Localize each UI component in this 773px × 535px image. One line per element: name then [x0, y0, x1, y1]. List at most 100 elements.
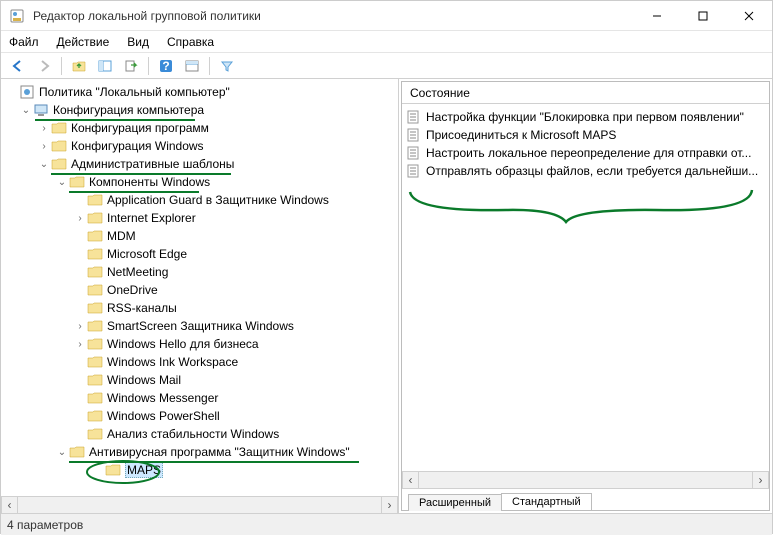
show-tree-button[interactable] — [94, 55, 116, 77]
tree-label: Анализ стабильности Windows — [107, 427, 279, 441]
expander-icon[interactable]: › — [73, 321, 87, 332]
folder-icon — [87, 210, 103, 226]
policy-item-icon — [406, 127, 422, 143]
computer-icon — [33, 102, 49, 118]
tree-label: MDM — [107, 229, 136, 243]
tree-item[interactable]: RSS-каналы — [5, 299, 398, 317]
tree-program-config[interactable]: › Конфигурация программ — [5, 119, 398, 137]
tree-item[interactable]: Application Guard в Защитнике Windows — [5, 191, 398, 209]
tree-computer-config[interactable]: ⌄ Конфигурация компьютера — [5, 101, 398, 119]
svg-text:?: ? — [162, 59, 169, 73]
expander-icon[interactable]: ⌄ — [55, 177, 69, 188]
folder-icon — [51, 156, 67, 172]
tree-item[interactable]: › SmartScreen Защитника Windows — [5, 317, 398, 335]
tree-label: OneDrive — [107, 283, 158, 297]
menu-action[interactable]: Действие — [57, 35, 110, 49]
folder-icon — [69, 444, 85, 460]
tree-win-components[interactable]: ⌄ Компоненты Windows — [5, 173, 398, 191]
tree-item[interactable]: MDM — [5, 227, 398, 245]
folder-icon — [87, 318, 103, 334]
folder-icon — [87, 192, 103, 208]
tree-label: Конфигурация программ — [71, 121, 209, 135]
maximize-button[interactable] — [680, 1, 726, 31]
tree-root-label: Политика "Локальный компьютер" — [39, 85, 230, 99]
list-item-label: Отправлять образцы файлов, если требуетс… — [426, 164, 758, 178]
expander-icon[interactable]: › — [73, 213, 87, 224]
tree-label: Microsoft Edge — [107, 247, 187, 261]
properties-button[interactable] — [181, 55, 203, 77]
separator-icon — [61, 57, 62, 75]
tree-label: Windows Hello для бизнеса — [107, 337, 259, 351]
list-item[interactable]: Настройка функции "Блокировка при первом… — [406, 108, 765, 126]
expander-icon[interactable]: ⌄ — [37, 159, 51, 170]
tree-item[interactable]: › Windows Hello для бизнеса — [5, 335, 398, 353]
export-list-button[interactable] — [120, 55, 142, 77]
expander-icon[interactable]: › — [37, 141, 51, 152]
expander-icon[interactable]: › — [37, 123, 51, 134]
tree-item[interactable]: ›Internet Explorer — [5, 209, 398, 227]
horizontal-scrollbar[interactable]: ‹ › — [402, 471, 769, 488]
tree-label: NetMeeting — [107, 265, 168, 279]
expander-icon[interactable]: ⌄ — [55, 447, 69, 458]
scroll-track[interactable] — [18, 497, 381, 514]
folder-icon — [105, 462, 121, 478]
status-text: 4 параметров — [7, 518, 83, 532]
list-item[interactable]: Отправлять образцы файлов, если требуетс… — [406, 162, 765, 180]
tree-label: Windows Mail — [107, 373, 181, 387]
tree-item[interactable]: Microsoft Edge — [5, 245, 398, 263]
tree-item-maps[interactable]: MAPS — [5, 461, 398, 479]
tree-item[interactable]: Windows Mail — [5, 371, 398, 389]
menu-view[interactable]: Вид — [127, 35, 149, 49]
folder-up-button[interactable] — [68, 55, 90, 77]
tree-item[interactable]: OneDrive — [5, 281, 398, 299]
policy-item-icon — [406, 109, 422, 125]
tree-item[interactable]: Анализ стабильности Windows — [5, 425, 398, 443]
back-button[interactable] — [7, 55, 29, 77]
tree-label: Административные шаблоны — [71, 157, 234, 171]
tree-item[interactable]: NetMeeting — [5, 263, 398, 281]
help-button[interactable]: ? — [155, 55, 177, 77]
folder-icon — [87, 408, 103, 424]
tree-label: Антивирусная программа "Защитник Windows… — [89, 445, 350, 459]
tree-item[interactable]: Windows Ink Workspace — [5, 353, 398, 371]
tree-label: SmartScreen Защитника Windows — [107, 319, 294, 333]
folder-icon — [87, 264, 103, 280]
forward-button[interactable] — [33, 55, 55, 77]
tree-label: Компоненты Windows — [89, 175, 210, 189]
tab-standard[interactable]: Стандартный — [501, 493, 592, 510]
menu-help[interactable]: Справка — [167, 35, 214, 49]
tree-admin-templates[interactable]: ⌄ Административные шаблоны — [5, 155, 398, 173]
scroll-left-icon[interactable]: ‹ — [402, 472, 419, 489]
expander-icon[interactable]: › — [73, 339, 87, 350]
scroll-track[interactable] — [419, 472, 752, 489]
separator-icon — [209, 57, 210, 75]
policy-item-icon — [406, 145, 422, 161]
list-item-label: Настройка функции "Блокировка при первом… — [426, 110, 744, 124]
tree-windows-config[interactable]: › Конфигурация Windows — [5, 137, 398, 155]
toolbar: ? — [1, 53, 772, 79]
tree[interactable]: Политика "Локальный компьютер" ⌄ Конфигу… — [1, 79, 398, 496]
horizontal-scrollbar[interactable]: ‹ › — [1, 496, 398, 513]
scroll-right-icon[interactable]: › — [752, 472, 769, 489]
minimize-button[interactable] — [634, 1, 680, 31]
column-header-state[interactable]: Состояние — [402, 82, 769, 104]
tab-extended[interactable]: Расширенный — [408, 494, 502, 511]
close-button[interactable] — [726, 1, 772, 31]
scroll-left-icon[interactable]: ‹ — [1, 497, 18, 514]
list-item[interactable]: Присоединиться к Microsoft MAPS — [406, 126, 765, 144]
tree-item[interactable]: Windows Messenger — [5, 389, 398, 407]
list-item[interactable]: Настроить локальное переопределение для … — [406, 144, 765, 162]
menu-file[interactable]: Файл — [9, 35, 39, 49]
tree-defender-av[interactable]: ⌄ Антивирусная программа "Защитник Window… — [5, 443, 398, 461]
folder-icon — [87, 336, 103, 352]
expander-icon[interactable]: ⌄ — [19, 105, 33, 116]
tree-root[interactable]: Политика "Локальный компьютер" — [5, 83, 398, 101]
folder-icon — [87, 300, 103, 316]
tree-label: RSS-каналы — [107, 301, 177, 315]
folder-icon — [87, 228, 103, 244]
policy-list[interactable]: Настройка функции "Блокировка при первом… — [402, 104, 769, 471]
scroll-right-icon[interactable]: › — [381, 497, 398, 514]
tabs: Расширенный Стандартный — [402, 488, 769, 510]
tree-item[interactable]: Windows PowerShell — [5, 407, 398, 425]
filter-button[interactable] — [216, 55, 238, 77]
